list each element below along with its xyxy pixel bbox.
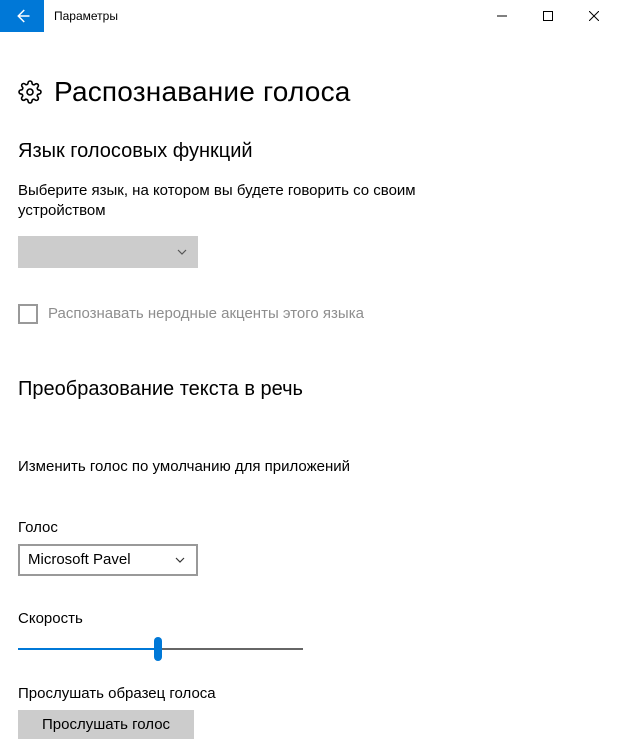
slider-thumb[interactable]	[154, 637, 162, 661]
voice-label: Голос	[18, 519, 599, 536]
maximize-button[interactable]	[525, 0, 571, 32]
content-area: Распознавание голоса Язык голосовых функ…	[0, 32, 617, 739]
voice-dropdown-value: Microsoft Pavel	[28, 551, 131, 568]
arrow-left-icon	[13, 7, 31, 25]
window-title: Параметры	[54, 9, 479, 23]
voice-dropdown[interactable]: Microsoft Pavel	[18, 544, 198, 576]
sample-label: Прослушать образец голоса	[18, 685, 599, 702]
language-description: Выберите язык, на котором вы будете гово…	[18, 181, 448, 222]
slider-track-rest	[158, 648, 303, 650]
minimize-icon	[497, 11, 507, 21]
minimize-button[interactable]	[479, 0, 525, 32]
language-dropdown[interactable]	[18, 236, 198, 268]
gear-icon	[18, 80, 42, 104]
close-icon	[589, 11, 599, 21]
preview-voice-button[interactable]: Прослушать голос	[18, 710, 194, 739]
back-button[interactable]	[0, 0, 44, 32]
page-title: Распознавание голоса	[54, 76, 351, 108]
chevron-down-icon	[174, 554, 186, 566]
speed-slider[interactable]	[18, 635, 303, 663]
section-heading-tts: Преобразование текста в речь	[18, 378, 599, 401]
window-controls	[479, 0, 617, 32]
accent-checkbox-row: Распознавать неродные акценты этого язык…	[18, 304, 599, 324]
section-heading-language: Язык голосовых функций	[18, 140, 599, 163]
accent-checkbox-label: Распознавать неродные акценты этого язык…	[48, 305, 364, 322]
speed-label: Скорость	[18, 610, 599, 627]
close-button[interactable]	[571, 0, 617, 32]
page-header: Распознавание голоса	[18, 76, 599, 108]
slider-track-fill	[18, 648, 158, 650]
chevron-down-icon	[176, 246, 188, 258]
accent-checkbox[interactable]	[18, 304, 38, 324]
titlebar: Параметры	[0, 0, 617, 32]
tts-description: Изменить голос по умолчанию для приложен…	[18, 457, 448, 477]
maximize-icon	[543, 11, 553, 21]
